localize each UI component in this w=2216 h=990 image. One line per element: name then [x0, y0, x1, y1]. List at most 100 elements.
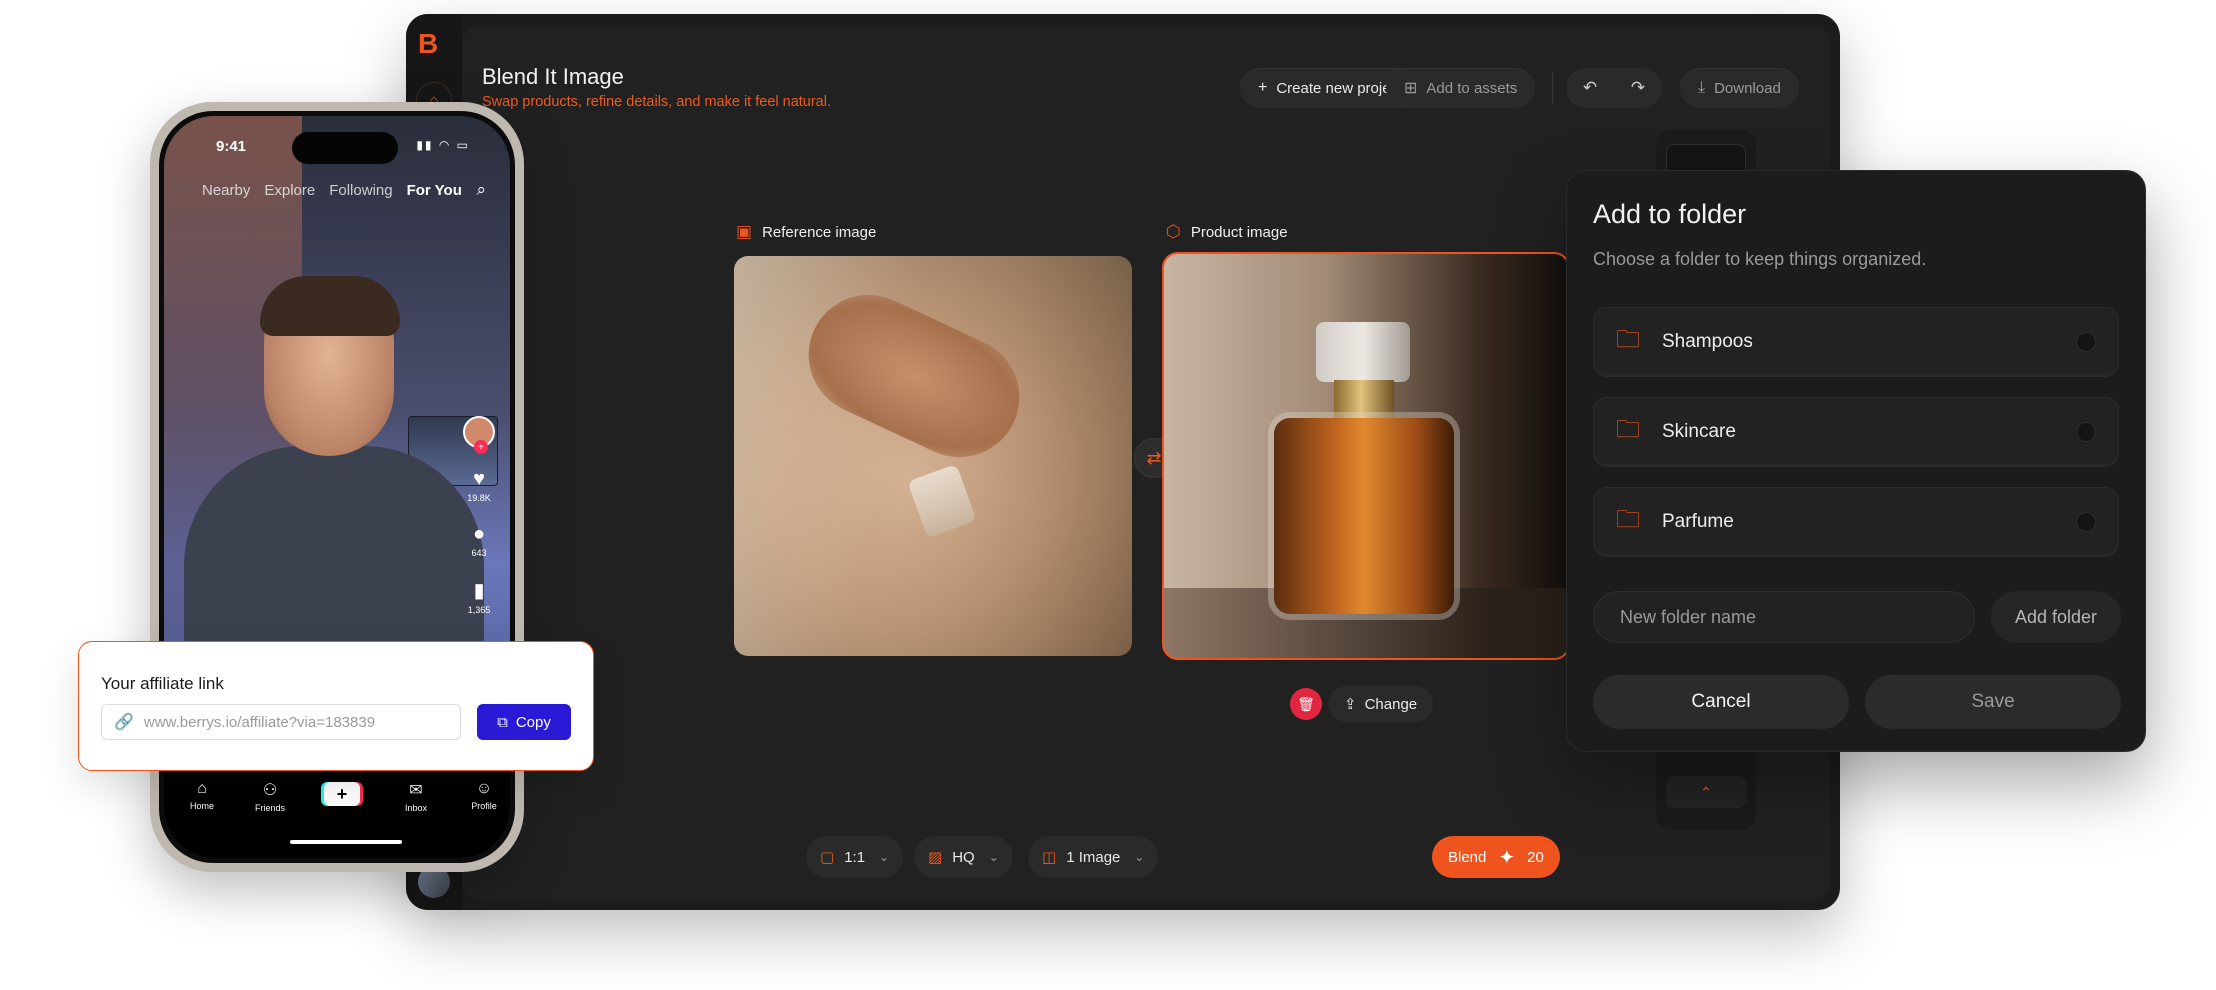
folder-radio[interactable] [2076, 422, 2096, 442]
folder-option-parfume[interactable]: 🗀 Parfume [1593, 487, 2119, 557]
affiliate-link-card: Your affiliate link 🔗 www.berrys.io/affi… [78, 641, 594, 771]
folder-name: Shampoos [1662, 331, 1753, 352]
like-action[interactable]: ♥ 19.8K [467, 468, 491, 503]
aspect-ratio-value: 1:1 [844, 848, 866, 866]
tab-following[interactable]: Following [329, 182, 392, 199]
folder-plus-icon: ⊞ [1404, 80, 1418, 97]
add-to-assets-label: Add to assets [1426, 79, 1518, 97]
affiliate-title: Your affiliate link [101, 674, 224, 693]
sparkle-icon: ✦ [1498, 846, 1516, 869]
copy-label: Copy [515, 713, 551, 731]
feed-actions: + ♥ 19.8K ● 643 ▮ 1,365 [462, 416, 496, 615]
quality-select[interactable]: ▨ HQ ⌄ [914, 836, 1013, 878]
add-folder-button[interactable]: Add folder [1991, 591, 2121, 643]
reference-image-label: ▣ Reference image [736, 222, 876, 242]
delete-button[interactable]: 🗑 [1290, 688, 1322, 720]
tab-friends[interactable]: ⚇ Friends [240, 780, 300, 813]
chevron-down-icon: ⌄ [879, 850, 890, 864]
brand-logo: B [418, 28, 439, 59]
redo-icon[interactable]: ↷ [1631, 78, 1645, 98]
download-icon: ⤓ [1698, 79, 1706, 96]
folder-name: Parfume [1662, 511, 1734, 532]
folder-icon: 🗀 [1616, 415, 1640, 443]
page-subtitle: Swap products, refine details, and make … [482, 94, 831, 110]
undo-icon[interactable]: ↶ [1583, 78, 1597, 98]
image-count-icon: ◫ [1042, 849, 1057, 866]
tab-inbox[interactable]: ✉ Inbox [386, 780, 446, 813]
tab-friends-label: Friends [254, 803, 285, 813]
quality-icon: ▨ [928, 849, 943, 866]
square-icon: ▢ [820, 849, 835, 866]
folder-option-skincare[interactable]: 🗀 Skincare [1593, 397, 2119, 467]
folder-name: Skincare [1662, 421, 1736, 442]
search-icon[interactable]: ⌕ [476, 180, 486, 200]
status-bar: 9:41 ▮▮ ◠ ▭ [164, 130, 510, 164]
download-label: Download [1714, 79, 1781, 97]
tab-home-label: Home [189, 801, 214, 811]
save-action[interactable]: ▮ 1,365 [468, 578, 491, 615]
comment-action[interactable]: ● 643 [471, 523, 486, 558]
blend-label: Blend [1448, 848, 1487, 866]
blend-button[interactable]: Blend ✦ 20 [1432, 836, 1560, 878]
tab-for-you[interactable]: For You [407, 182, 462, 199]
dialog-subtitle: Choose a folder to keep things organized… [1593, 249, 1927, 269]
copy-icon: ⧉ [497, 713, 508, 731]
image-icon: ▣ [736, 222, 753, 241]
comment-count: 643 [471, 548, 487, 558]
product-image[interactable] [1162, 252, 1570, 660]
cancel-button[interactable]: Cancel [1593, 675, 1849, 729]
change-label: Change [1364, 695, 1418, 713]
trash-icon: 🗑 [1297, 695, 1315, 712]
bookmark-icon: ▮ [473, 580, 485, 602]
tab-nearby[interactable]: Nearby [202, 182, 250, 199]
creator-avatar[interactable]: + [463, 416, 495, 454]
profile-icon: ☺ [475, 780, 493, 797]
tab-profile-label: Profile [471, 801, 497, 811]
box-icon: ⬡ [1166, 222, 1181, 241]
folder-icon: 🗀 [1616, 325, 1640, 353]
copy-button[interactable]: ⧉ Copy [477, 704, 571, 740]
tab-home[interactable]: ⌂ Home [172, 780, 232, 811]
follow-plus-icon[interactable]: + [474, 440, 488, 454]
change-button[interactable]: ⇪ Change [1328, 686, 1434, 722]
friends-icon: ⚇ [262, 782, 278, 799]
home-icon: ⌂ [197, 780, 207, 797]
undo-redo-group: ↶ ↷ [1566, 68, 1662, 108]
image-count-select[interactable]: ◫ 1 Image ⌄ [1028, 836, 1159, 878]
like-count: 19.8K [467, 493, 491, 503]
tab-profile[interactable]: ☺ Profile [454, 780, 510, 811]
feed-tabs: Nearby Explore Following For You [202, 182, 462, 199]
dialog-title: Add to folder [1593, 199, 1747, 229]
comment-icon: ● [472, 523, 486, 545]
image-count-value: 1 Image [1066, 848, 1121, 866]
reference-image[interactable] [734, 256, 1132, 656]
folder-radio[interactable] [2076, 512, 2096, 532]
chevron-down-icon: ⌄ [1134, 850, 1145, 864]
folder-icon: 🗀 [1616, 505, 1640, 533]
add-to-assets-button[interactable]: ⊞ Add to assets [1386, 68, 1536, 108]
status-time: 9:41 [216, 138, 247, 155]
reference-image-text: Reference image [762, 223, 877, 241]
inbox-icon: ✉ [409, 782, 423, 799]
toolbar-divider [1552, 72, 1553, 104]
create-post-button[interactable]: + [324, 782, 360, 806]
download-button[interactable]: ⤓ Download [1680, 68, 1799, 108]
save-button[interactable]: Save [1865, 675, 2121, 729]
page-title: Blend It Image [482, 64, 624, 89]
folder-option-shampoos[interactable]: 🗀 Shampoos [1593, 307, 2119, 377]
signal-wifi-battery-icon: ▮▮ ◠ ▭ [416, 138, 470, 152]
tab-explore[interactable]: Explore [264, 182, 315, 199]
aspect-ratio-select[interactable]: ▢ 1:1 ⌄ [806, 836, 904, 878]
link-icon: 🔗 [114, 714, 134, 731]
home-indicator [290, 840, 402, 844]
quality-value: HQ [952, 848, 975, 866]
product-image-label: ⬡ Product image [1166, 222, 1288, 242]
folder-radio[interactable] [2076, 332, 2096, 352]
save-count: 1,365 [467, 605, 491, 615]
phone-tab-bar: ⌂ Home ⚇ Friends + ✉ Inbox ☺ Profile [164, 770, 510, 858]
upload-icon: ⇪ [1344, 696, 1357, 713]
product-image-text: Product image [1190, 223, 1288, 241]
affiliate-url-field[interactable]: 🔗 www.berrys.io/affiliate?via=183839 [101, 704, 461, 740]
chevron-up-icon[interactable]: ⌃ [1666, 776, 1746, 808]
new-folder-input[interactable] [1593, 591, 1975, 643]
